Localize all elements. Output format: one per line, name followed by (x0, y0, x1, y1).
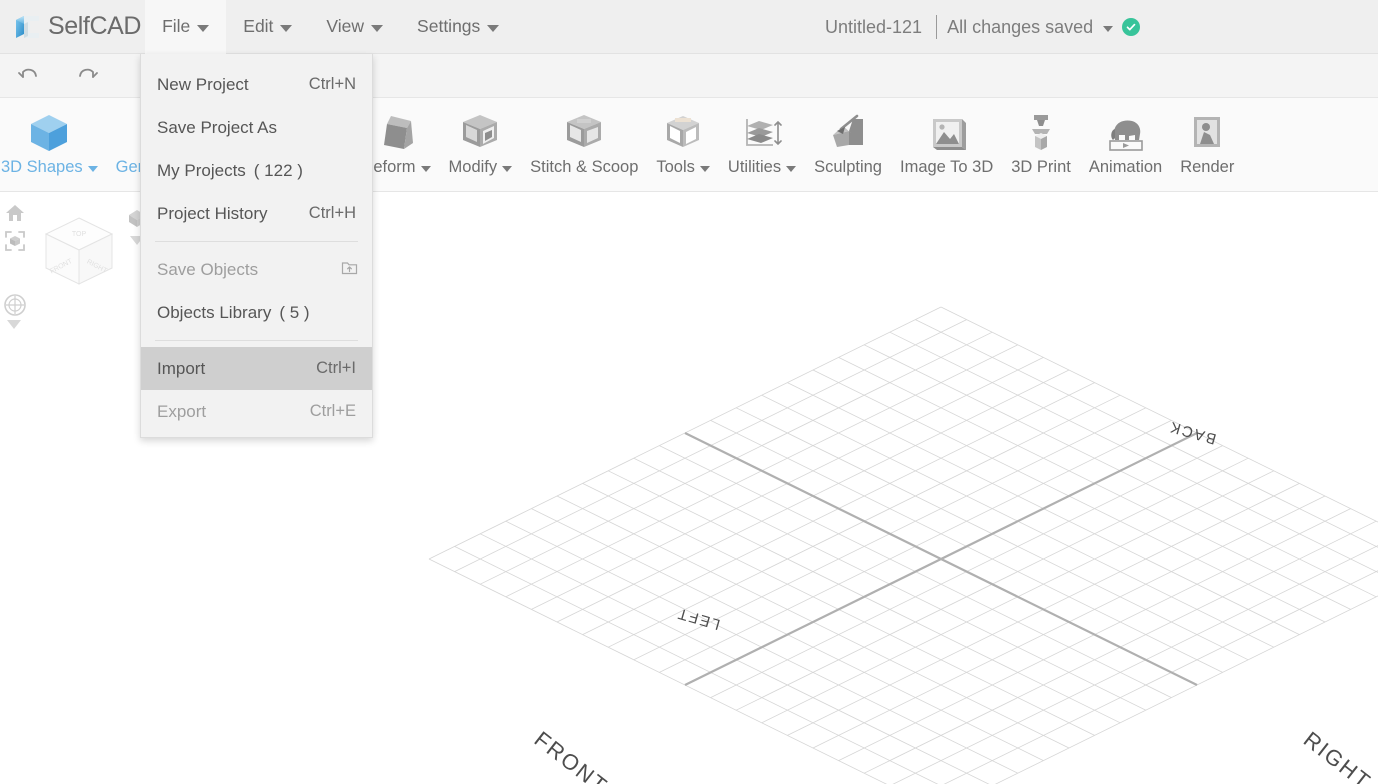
home-view-icon[interactable] (4, 202, 26, 224)
chevron-down-icon (197, 24, 210, 32)
redo-arrow-icon[interactable] (72, 61, 102, 91)
menu-file[interactable]: File (145, 0, 227, 54)
ribbon-tool-utilities-label: Utilities (728, 158, 797, 177)
file-menu-divider (155, 340, 358, 341)
chevron-down-icon (502, 166, 513, 172)
title-divider (936, 15, 938, 39)
menu-view-label: View (326, 16, 365, 36)
ribbon-tool-3d-print-label: 3D Print (1011, 158, 1071, 176)
chevron-down-icon (699, 166, 710, 172)
ribbon-tool-3d-shapes[interactable]: 3D Shapes (0, 98, 107, 191)
file-menu-item-save-objects[interactable]: Save Objects (141, 248, 372, 291)
ribbon-tool-3d-print[interactable]: 3D Print (1002, 98, 1080, 191)
selfcad-cube-logo-icon (14, 12, 44, 42)
file-dropdown-menu: New Project Ctrl+N Save Project As My Pr… (140, 54, 373, 438)
check-circle-icon (1122, 18, 1141, 36)
save-status-label: All changes saved (947, 16, 1094, 37)
svg-text:TOP: TOP (72, 231, 87, 238)
file-menu-item-import[interactable]: Import Ctrl+I (141, 347, 372, 390)
chevron-down-icon (280, 24, 293, 32)
file-menu-label: Save Project As (157, 117, 278, 137)
chevron-down-icon (87, 166, 98, 172)
file-menu-label: Project History (157, 203, 268, 223)
utilities-layers-icon (737, 106, 787, 158)
file-menu-divider (155, 241, 358, 242)
file-menu-shortcut: Ctrl+I (316, 359, 356, 377)
file-menu-count: ( 5 ) (279, 302, 310, 322)
ribbon-tool-animation[interactable]: Animation (1080, 98, 1171, 191)
menu-edit-label: Edit (243, 16, 274, 36)
ribbon-tool-image-to-3d[interactable]: Image To 3D (891, 98, 1002, 191)
animation-elephant-icon (1101, 106, 1151, 158)
ribbon-tool-render[interactable]: Render (1171, 98, 1243, 191)
deform-cube-icon (371, 106, 421, 158)
file-menu-shortcut: Ctrl+H (308, 204, 356, 222)
file-menu-label: Objects Library (157, 302, 272, 322)
app-logo[interactable]: SelfCAD (0, 0, 145, 54)
menu-file-label: File (162, 16, 191, 36)
ribbon-tool-utilities[interactable]: Utilities (719, 98, 805, 191)
brand-name: SelfCAD (48, 12, 142, 40)
file-menu-shortcut: Ctrl+N (308, 75, 356, 93)
chevron-down-icon (487, 24, 500, 32)
ribbon-tool-3d-shapes-label: 3D Shapes (1, 158, 98, 177)
tools-cube-icon (658, 106, 708, 158)
top-menu-bar: SelfCAD File Edit View Settings Untitled… (0, 0, 1378, 54)
fit-to-view-icon[interactable] (4, 230, 26, 252)
blue-cube-icon (24, 106, 74, 158)
orbit-dropdown-chevron-icon[interactable] (7, 320, 21, 329)
image-to-3d-icon (922, 106, 972, 158)
chevron-down-icon[interactable] (1103, 26, 1114, 32)
file-menu-item-save-project-as[interactable]: Save Project As (141, 106, 372, 149)
ribbon-tool-modify-label: Modify (449, 158, 513, 177)
ribbon-tool-image-to-3d-label: Image To 3D (899, 158, 994, 176)
sculpting-chisel-icon (823, 106, 873, 158)
ribbon-tool-tools[interactable]: Tools (647, 98, 719, 191)
file-menu-count: ( 122 ) (253, 160, 303, 180)
file-menu-label: Import (157, 358, 206, 378)
file-menu-shortcut: Ctrl+E (309, 402, 356, 420)
ribbon-tool-stitch-scoop-label: Stitch & Scoop (530, 158, 639, 176)
project-title[interactable]: Untitled-121 (825, 17, 936, 38)
undo-arrow-icon[interactable] (14, 61, 44, 91)
file-menu-label: My Projects (157, 160, 246, 180)
file-menu-label: Export (157, 401, 207, 421)
render-icon (1182, 106, 1232, 158)
view-cube[interactable]: TOP FRONT RIGHT (38, 210, 120, 292)
menu-edit[interactable]: Edit (226, 0, 309, 54)
file-menu-label: New Project (157, 74, 249, 94)
modify-cube-icon (455, 106, 505, 158)
ribbon-tool-modify[interactable]: Modify (440, 98, 522, 191)
ribbon-tool-tools-label: Tools (656, 158, 710, 177)
folder-upload-icon (341, 259, 358, 281)
ribbon-tool-sculpting-label: Sculpting (814, 158, 882, 176)
ribbon-tool-render-label: Render (1180, 158, 1235, 176)
file-menu-item-project-history[interactable]: Project History Ctrl+H (141, 192, 372, 235)
ribbon-tool-animation-label: Animation (1088, 158, 1163, 176)
project-title-area: Untitled-121 All changes saved (825, 0, 1141, 54)
chevron-down-icon (371, 24, 384, 32)
orbit-navigation-icon[interactable] (2, 292, 28, 318)
menu-settings[interactable]: Settings (400, 0, 516, 54)
file-menu-item-objects-library[interactable]: Objects Library ( 5 ) (141, 291, 372, 334)
menu-settings-label: Settings (417, 16, 481, 36)
chevron-down-icon (786, 166, 797, 172)
file-menu-item-my-projects[interactable]: My Projects ( 122 ) (141, 149, 372, 192)
file-menu-item-new-project[interactable]: New Project Ctrl+N (141, 63, 372, 106)
stitch-scoop-icon (559, 106, 609, 158)
3d-printer-icon (1016, 106, 1066, 158)
ribbon-tool-stitch-scoop[interactable]: Stitch & Scoop (521, 98, 647, 191)
ribbon-tool-sculpting[interactable]: Sculpting (805, 98, 891, 191)
chevron-down-icon (420, 166, 431, 172)
file-menu-label: Save Objects (157, 259, 259, 279)
file-menu-item-export[interactable]: Export Ctrl+E (141, 390, 372, 433)
menu-view[interactable]: View (309, 0, 400, 54)
